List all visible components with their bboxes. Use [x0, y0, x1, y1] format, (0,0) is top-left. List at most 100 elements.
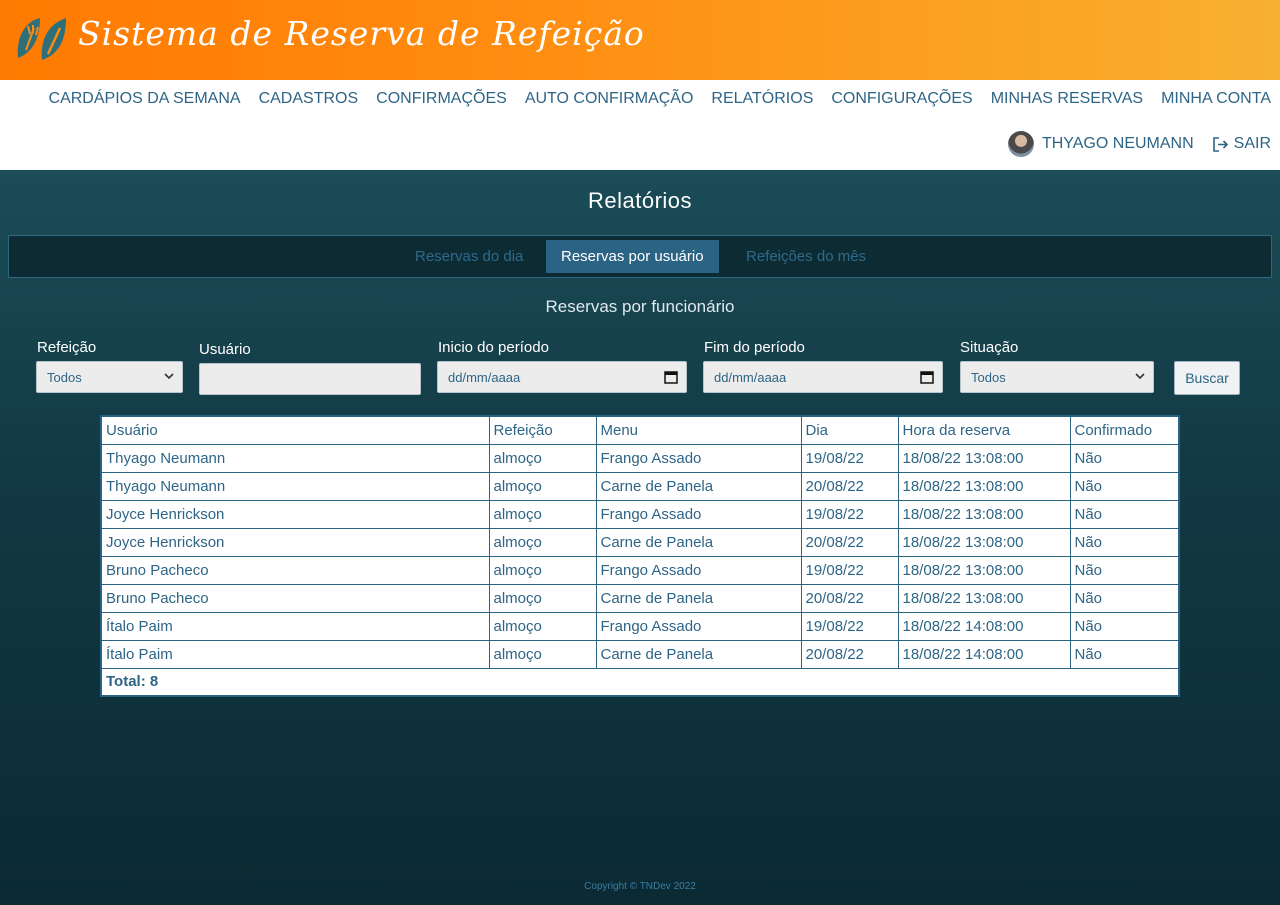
- table-cell: Frango Assado: [595, 443, 802, 473]
- refeicao-label: Refeição: [37, 339, 97, 356]
- chevron-down-icon: [1135, 373, 1145, 380]
- table-body: Thyago Neumann almoço Frango Assado 19/08/2…: [100, 443, 1180, 669]
- table-cell: Joyce Henrickson: [100, 527, 490, 557]
- tab-reservas-por-usuario[interactable]: Reservas por usuário: [546, 240, 719, 273]
- table-cell: Carne de Panela: [595, 471, 802, 501]
- column-header: Confirmado: [1069, 415, 1180, 445]
- table-row: Joyce Henrickson almoço Carne de Panela 20/…: [100, 527, 1180, 557]
- table-row: Thyago Neumann almoço Frango Assado 19/08/2…: [100, 443, 1180, 473]
- table-cell: Frango Assado: [595, 499, 802, 529]
- table-header-row: Usuário Refeição Menu Dia Hora da reserv…: [100, 415, 1180, 445]
- table-cell: almoço: [488, 611, 597, 641]
- table-cell: 18/08/22 13:08:00: [897, 527, 1071, 557]
- nav-item-relatorios[interactable]: RELATÓRIOS: [711, 90, 813, 108]
- page-title: Relatórios: [587, 188, 693, 213]
- table-cell: Carne de Panela: [595, 527, 802, 557]
- table-cell: Frango Assado: [595, 611, 802, 641]
- table-cell: almoço: [488, 639, 597, 669]
- nav-item-cadastros[interactable]: CADASTROS: [259, 90, 359, 108]
- inicio-periodo-input[interactable]: dd/mm/aaaa: [437, 361, 687, 393]
- calendar-icon[interactable]: [920, 370, 934, 384]
- nav-menu: CARDÁPIOS DA SEMANA CADASTROS CONFIRMAÇÕ…: [31, 90, 1271, 108]
- table-cell: 20/08/22: [800, 471, 899, 501]
- table-row: Ítalo Paim almoço Frango Assado 19/08/22 18/…: [100, 611, 1180, 641]
- table-cell: Joyce Henrickson: [100, 499, 490, 529]
- report-tabs: Reservas do dia Reservas por usuário Ref…: [8, 235, 1272, 278]
- column-header: Usuário: [100, 415, 490, 445]
- fim-periodo-placeholder: dd/mm/aaaa: [714, 369, 787, 385]
- table-cell: Não: [1069, 555, 1180, 585]
- table-cell: 18/08/22 13:08:00: [897, 471, 1071, 501]
- table-cell: 18/08/22 13:08:00: [897, 499, 1071, 529]
- table-total-row: Total: 8: [100, 667, 1180, 697]
- report-subtitle: Reservas por funcionário: [545, 297, 735, 316]
- table-cell: almoço: [488, 471, 597, 501]
- table-cell: 18/08/22 13:08:00: [897, 443, 1071, 473]
- calendar-icon[interactable]: [664, 370, 678, 384]
- table-cell: Carne de Panela: [595, 639, 802, 669]
- table-row: Bruno Pacheco almoço Carne de Panela 20/08/…: [100, 583, 1180, 613]
- table-row: Joyce Henrickson almoço Frango Assado 19/08…: [100, 499, 1180, 529]
- table-cell: Não: [1069, 611, 1180, 641]
- table-row: Bruno Pacheco almoço Frango Assado 19/08/22…: [100, 555, 1180, 585]
- table-cell: Não: [1069, 443, 1180, 473]
- refeicao-select[interactable]: Todos: [36, 361, 183, 393]
- table-cell: almoço: [488, 555, 597, 585]
- table-cell: Ítalo Paim: [100, 639, 490, 669]
- user-area: THYAGO NEUMANN SAIR: [1007, 131, 1271, 157]
- table-cell: Thyago Neumann: [100, 471, 490, 501]
- tab-reservas-do-dia[interactable]: Reservas do dia: [400, 240, 538, 273]
- nav-item-confirmacoes[interactable]: CONFIRMAÇÕES: [376, 90, 507, 108]
- table-row: Thyago Neumann almoço Carne de Panela 20/08…: [100, 471, 1180, 501]
- column-header: Dia: [800, 415, 899, 445]
- table-row: Ítalo Paim almoço Carne de Panela 20/08/22 1…: [100, 639, 1180, 669]
- top-nav: CARDÁPIOS DA SEMANA CADASTROS CONFIRMAÇÕ…: [0, 80, 1280, 170]
- nav-item-auto-confirmacao[interactable]: AUTO CONFIRMAÇÃO: [525, 90, 694, 108]
- table-cell: 19/08/22: [800, 499, 899, 529]
- table-cell: Não: [1069, 499, 1180, 529]
- table-cell: Bruno Pacheco: [100, 555, 490, 585]
- nav-item-minhas-reservas[interactable]: MINHAS RESERVAS: [991, 90, 1143, 108]
- usuario-input[interactable]: [199, 363, 421, 395]
- table-cell: Ítalo Paim: [100, 611, 490, 641]
- table-cell: almoço: [488, 527, 597, 557]
- column-header: Refeição: [488, 415, 597, 445]
- table-cell: 19/08/22: [800, 443, 899, 473]
- chevron-down-icon: [164, 373, 174, 380]
- table-cell: 20/08/22: [800, 639, 899, 669]
- logout-button[interactable]: SAIR: [1212, 135, 1271, 153]
- reservations-table: Usuário Refeição Menu Dia Hora da reserv…: [100, 415, 1180, 697]
- inicio-periodo-label: Inicio do período: [438, 339, 549, 356]
- main-content: Relatórios Reservas do dia Reservas por …: [0, 170, 1280, 905]
- nav-item-cardapios[interactable]: CARDÁPIOS DA SEMANA: [49, 90, 241, 108]
- tab-refeicoes-do-mes[interactable]: Refeições do mês: [731, 240, 881, 273]
- table-cell: 18/08/22 13:08:00: [897, 583, 1071, 613]
- situacao-select-value: Todos: [971, 369, 1006, 385]
- table-cell: 19/08/22: [800, 555, 899, 585]
- table-total: Total: 8: [100, 667, 1180, 697]
- table-cell: almoço: [488, 583, 597, 613]
- table-cell: Thyago Neumann: [100, 443, 490, 473]
- nav-item-minha-conta[interactable]: MINHA CONTA: [1161, 90, 1271, 108]
- table-cell: almoço: [488, 499, 597, 529]
- footer-copyright: Copyright © TNDev 2022: [584, 881, 696, 892]
- inicio-periodo-placeholder: dd/mm/aaaa: [448, 369, 521, 385]
- usuario-label: Usuário: [199, 341, 251, 358]
- table-cell: 18/08/22 14:08:00: [897, 611, 1071, 641]
- table-cell: Frango Assado: [595, 555, 802, 585]
- nav-item-configuracoes[interactable]: CONFIGURAÇÕES: [831, 90, 972, 108]
- column-header: Hora da reserva: [897, 415, 1071, 445]
- table-cell: 20/08/22: [800, 583, 899, 613]
- user-name[interactable]: THYAGO NEUMANN: [1042, 135, 1194, 153]
- app-title: Sistema de Reserva de Refeição: [78, 14, 645, 53]
- situacao-select[interactable]: Todos: [960, 361, 1154, 393]
- table-cell: Não: [1069, 639, 1180, 669]
- table-cell: Não: [1069, 527, 1180, 557]
- fim-periodo-input[interactable]: dd/mm/aaaa: [703, 361, 943, 393]
- avatar[interactable]: [1007, 131, 1034, 157]
- logout-label: SAIR: [1233, 135, 1271, 152]
- table-cell: 18/08/22 14:08:00: [897, 639, 1071, 669]
- buscar-button[interactable]: Buscar: [1174, 361, 1240, 395]
- table-cell: 18/08/22 13:08:00: [897, 555, 1071, 585]
- situacao-label: Situação: [960, 339, 1019, 356]
